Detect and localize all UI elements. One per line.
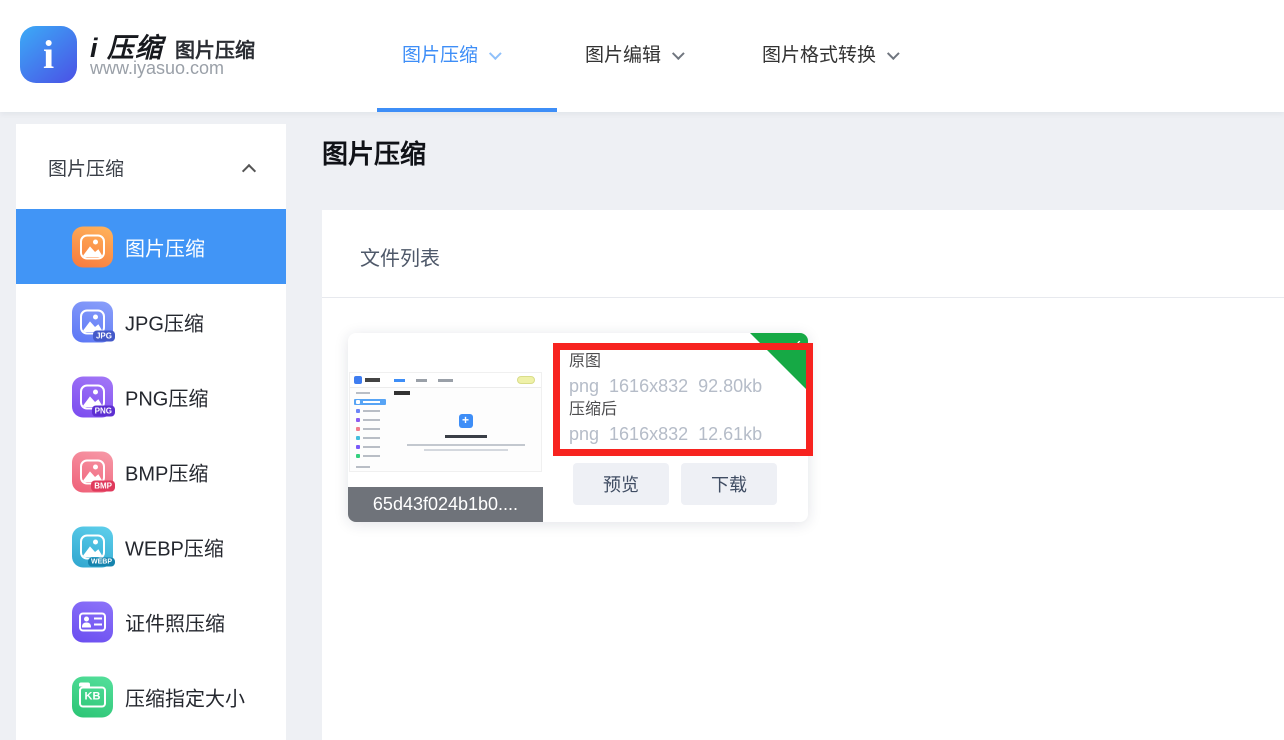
- active-nav-underline: [377, 108, 557, 112]
- brand-domain: www.iyasuo.com: [90, 58, 224, 79]
- top-header: i i 压缩图片压缩 www.iyasuo.com 图片压缩 图片编辑 图片格式…: [0, 0, 1284, 112]
- sidebar-item-png-compress[interactable]: PNG PNG压缩: [16, 359, 286, 434]
- bmp-compress-icon: BMP: [72, 451, 113, 492]
- sidebar-item-compress-to-size[interactable]: KB 压缩指定大小: [16, 659, 286, 734]
- file-info: 原图 png 1616x832 92.80kb 压缩后 png 1616x832…: [569, 351, 762, 447]
- red-highlight-box: 原图 png 1616x832 92.80kb 压缩后 png 1616x832…: [553, 343, 813, 456]
- sidebar-group-title: 图片压缩: [48, 154, 124, 181]
- nav-item-image-compress[interactable]: 图片压缩: [402, 40, 497, 67]
- original-label: 原图: [569, 351, 762, 373]
- preview-button[interactable]: 预览: [573, 463, 669, 505]
- jpg-compress-icon: JPG: [72, 301, 113, 342]
- sidebar-group-header[interactable]: 图片压缩: [16, 124, 286, 208]
- webp-compress-icon: WEBP: [72, 526, 113, 567]
- chevron-down-icon: [672, 47, 685, 60]
- file-list-panel: 文件列表 ✓: [322, 210, 1284, 740]
- nav-item-image-edit[interactable]: 图片编辑: [585, 40, 680, 67]
- original-info: png 1616x832 92.80kb: [569, 373, 762, 399]
- id-card-icon: [72, 601, 113, 642]
- sidebar-item-jpg-compress[interactable]: JPG JPG压缩: [16, 284, 286, 359]
- compressed-label: 压缩后: [569, 399, 762, 421]
- logo-icon: i: [20, 26, 77, 83]
- chevron-down-icon: [489, 47, 502, 60]
- file-name: 65d43f024b1b0....: [348, 487, 543, 522]
- compressed-info: png 1616x832 12.61kb: [569, 421, 762, 447]
- file-card: ✓: [348, 333, 808, 522]
- sidebar-item-idphoto-compress[interactable]: 证件照压缩: [16, 584, 286, 659]
- chevron-up-icon: [242, 164, 256, 178]
- logo[interactable]: i i 压缩图片压缩 www.iyasuo.com: [20, 26, 300, 86]
- sidebar-item-webp-compress[interactable]: WEBP WEBP压缩: [16, 509, 286, 584]
- download-button[interactable]: 下载: [681, 463, 777, 505]
- thumbnail-image: +: [349, 372, 542, 472]
- page-title: 图片压缩: [322, 134, 426, 171]
- sidebar-item-bmp-compress[interactable]: BMP BMP压缩: [16, 434, 286, 509]
- chevron-down-icon: [887, 47, 900, 60]
- kb-folder-icon: KB: [72, 676, 113, 717]
- image-compress-icon: [72, 226, 113, 267]
- sidebar: 图片压缩 图片压缩 JPG JPG压缩 PNG PNG压缩 BMP BMP压缩: [16, 124, 286, 740]
- panel-title: 文件列表: [360, 242, 440, 271]
- sidebar-item-image-compress[interactable]: 图片压缩: [16, 209, 286, 284]
- nav-item-format-convert[interactable]: 图片格式转换: [762, 40, 895, 67]
- panel-divider: [322, 297, 1284, 298]
- file-thumbnail[interactable]: + 65d43f024b1b0....: [348, 333, 543, 522]
- png-compress-icon: PNG: [72, 376, 113, 417]
